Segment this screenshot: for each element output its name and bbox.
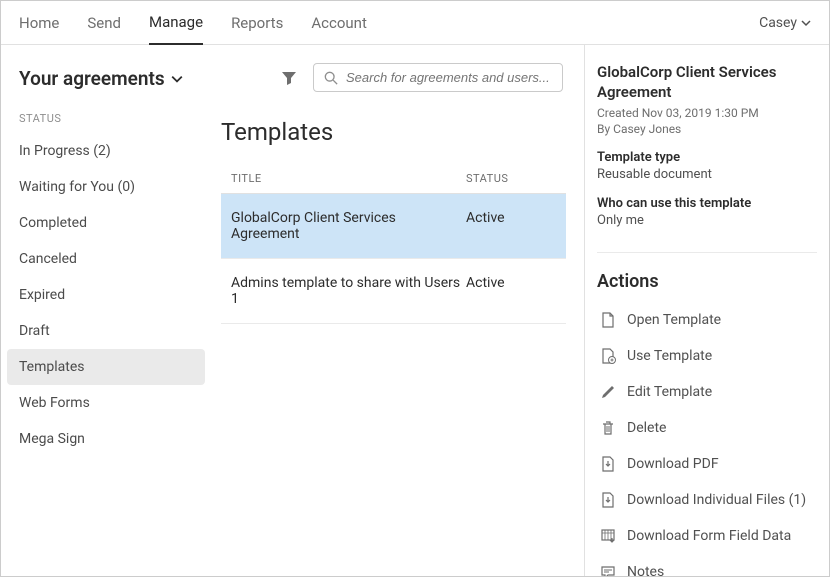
action-download-pdf[interactable]: Download PDF bbox=[597, 446, 817, 482]
download-icon bbox=[599, 455, 617, 473]
tab-reports[interactable]: Reports bbox=[231, 2, 283, 44]
data-download-icon bbox=[599, 527, 617, 545]
doc-plus-icon bbox=[599, 347, 617, 365]
sidebar-item-in-progress[interactable]: In Progress (2) bbox=[1, 133, 211, 169]
sidebar-item-web-forms[interactable]: Web Forms bbox=[1, 385, 211, 421]
col-title-header[interactable]: TITLE bbox=[231, 172, 466, 185]
action-use-template[interactable]: Use Template bbox=[597, 338, 817, 374]
action-label: Delete bbox=[627, 420, 666, 436]
top-nav: Home Send Manage Reports Account Casey bbox=[1, 1, 829, 45]
note-icon bbox=[599, 563, 617, 576]
sidebar-heading-label: Your agreements bbox=[19, 67, 165, 90]
who-label: Who can use this template bbox=[597, 196, 817, 211]
tab-account[interactable]: Account bbox=[311, 2, 367, 44]
user-name: Casey bbox=[759, 15, 797, 31]
filter-icon[interactable] bbox=[277, 66, 301, 90]
row-title: GlobalCorp Client Services Agreement bbox=[231, 210, 466, 242]
action-label: Download Individual Files (1) bbox=[627, 492, 806, 508]
action-label: Edit Template bbox=[627, 384, 712, 400]
sidebar-item-expired[interactable]: Expired bbox=[1, 277, 211, 313]
templates-table: TITLE STATUS GlobalCorp Client Services … bbox=[221, 164, 566, 324]
template-type-label: Template type bbox=[597, 150, 817, 165]
details-title: GlobalCorp Client Services Agreement bbox=[597, 63, 817, 102]
sidebar: Your agreements STATUS In Progress (2) W… bbox=[1, 45, 211, 576]
sidebar-item-templates[interactable]: Templates bbox=[7, 349, 205, 385]
search-icon bbox=[324, 71, 338, 85]
table-row[interactable]: GlobalCorp Client Services Agreement Act… bbox=[221, 194, 566, 259]
col-status-header[interactable]: STATUS bbox=[466, 172, 556, 185]
sidebar-heading[interactable]: Your agreements bbox=[1, 63, 211, 104]
action-edit-template[interactable]: Edit Template bbox=[597, 374, 817, 410]
action-delete[interactable]: Delete bbox=[597, 410, 817, 446]
tab-manage[interactable]: Manage bbox=[149, 1, 203, 45]
action-label: Download Form Field Data bbox=[627, 528, 791, 544]
who-value: Only me bbox=[597, 213, 817, 228]
action-label: Download PDF bbox=[627, 456, 719, 472]
details-by: By Casey Jones bbox=[597, 122, 817, 136]
search-input[interactable] bbox=[346, 70, 552, 85]
user-menu[interactable]: Casey bbox=[759, 15, 811, 31]
chevron-down-icon bbox=[171, 73, 183, 85]
sidebar-item-draft[interactable]: Draft bbox=[1, 313, 211, 349]
actions-header: Actions bbox=[597, 252, 817, 292]
row-title: Admins template to share with Users 1 bbox=[231, 275, 466, 307]
tab-send[interactable]: Send bbox=[87, 2, 121, 44]
action-label: Open Template bbox=[627, 312, 721, 328]
action-notes[interactable]: Notes bbox=[597, 554, 817, 576]
tab-home[interactable]: Home bbox=[19, 2, 59, 44]
pencil-icon bbox=[599, 383, 617, 401]
sidebar-item-waiting[interactable]: Waiting for You (0) bbox=[1, 169, 211, 205]
download-icon bbox=[599, 491, 617, 509]
table-header: TITLE STATUS bbox=[221, 164, 566, 194]
row-status: Active bbox=[466, 275, 556, 307]
action-label: Use Template bbox=[627, 348, 712, 364]
toolbar bbox=[221, 63, 566, 92]
action-open-template[interactable]: Open Template bbox=[597, 302, 817, 338]
sidebar-item-canceled[interactable]: Canceled bbox=[1, 241, 211, 277]
page-title: Templates bbox=[221, 118, 566, 146]
sidebar-item-mega-sign[interactable]: Mega Sign bbox=[1, 421, 211, 457]
row-status: Active bbox=[466, 210, 556, 242]
details-created: Created Nov 03, 2019 1:30 PM bbox=[597, 106, 817, 120]
center-pane: Templates TITLE STATUS GlobalCorp Client… bbox=[211, 45, 584, 576]
trash-icon bbox=[599, 419, 617, 437]
action-download-individual[interactable]: Download Individual Files (1) bbox=[597, 482, 817, 518]
chevron-down-icon bbox=[801, 18, 811, 28]
search-box[interactable] bbox=[313, 63, 563, 92]
sidebar-section-label: STATUS bbox=[1, 104, 211, 133]
action-download-form-data[interactable]: Download Form Field Data bbox=[597, 518, 817, 554]
action-label: Notes bbox=[627, 564, 664, 576]
document-icon bbox=[599, 311, 617, 329]
table-row[interactable]: Admins template to share with Users 1 Ac… bbox=[221, 259, 566, 324]
sidebar-item-completed[interactable]: Completed bbox=[1, 205, 211, 241]
details-pane: GlobalCorp Client Services Agreement Cre… bbox=[584, 45, 829, 576]
template-type-value: Reusable document bbox=[597, 167, 817, 182]
